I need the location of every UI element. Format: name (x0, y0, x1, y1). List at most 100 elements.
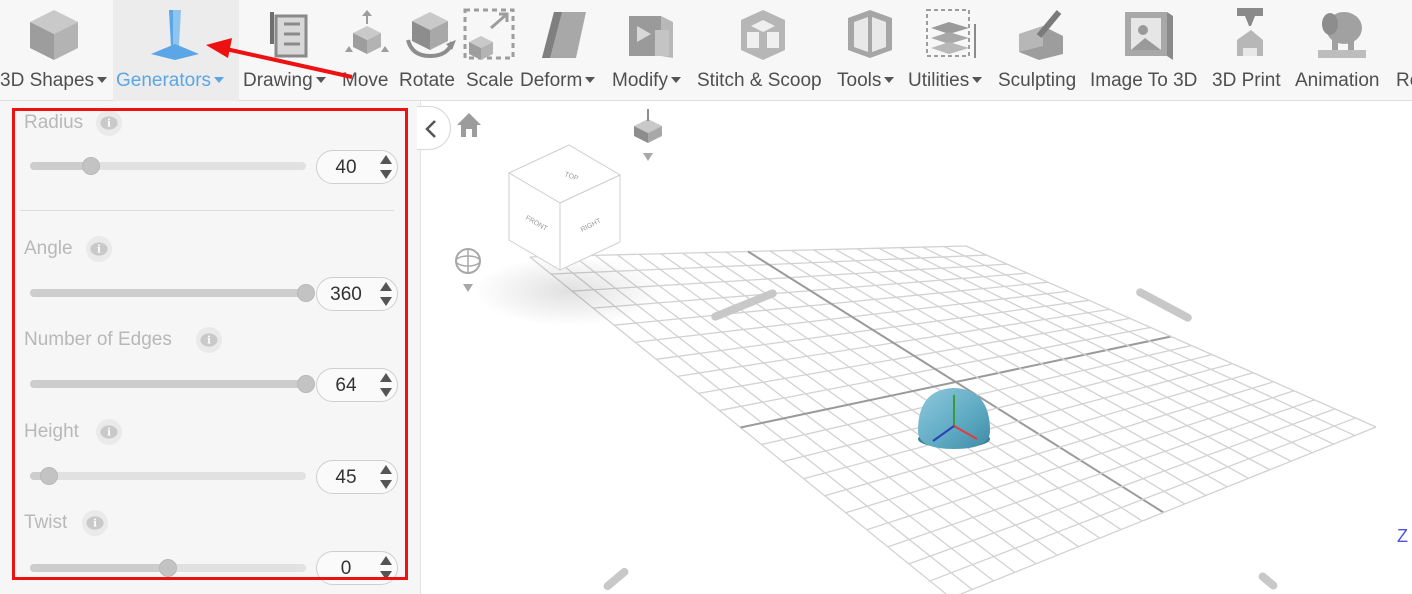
height-input[interactable]: 45 (316, 460, 398, 494)
tool-label: Tools (837, 70, 895, 92)
height-slider[interactable] (30, 467, 306, 485)
twist-slider[interactable] (30, 559, 306, 577)
slider-thumb[interactable] (159, 559, 177, 577)
edges-slider[interactable] (30, 375, 315, 393)
angle-slider[interactable] (30, 284, 315, 302)
chevron-down-icon[interactable] (643, 153, 653, 161)
increment-icon[interactable] (380, 373, 392, 382)
tool-label: Utilities (908, 70, 983, 92)
tool-image-to-3d[interactable]: Image To 3D (1089, 0, 1207, 101)
perspective-icon[interactable] (634, 109, 662, 161)
modify-icon (629, 16, 673, 58)
app-root: 3D Shapes Generators Drawing Move Rotate… (0, 0, 1412, 594)
angle-input[interactable]: 360 (316, 277, 398, 311)
slider-fill (30, 564, 168, 572)
tool-utilities[interactable]: Utilities (907, 0, 995, 101)
increment-icon[interactable] (380, 155, 392, 164)
axis-indicator-icon: Z (1397, 526, 1408, 546)
chevron-left-icon (425, 120, 436, 138)
twist-label: Twist (24, 512, 68, 533)
twist-input[interactable]: 0 (316, 551, 398, 585)
grid-line (943, 245, 1356, 437)
tool-label: Generators (116, 70, 225, 92)
increment-icon[interactable] (380, 556, 392, 565)
tool-label: Scale (466, 70, 514, 91)
main-toolbar: 3D Shapes Generators Drawing Move Rotate… (0, 0, 1412, 101)
move-icon (345, 10, 389, 54)
tool-move[interactable]: Move (339, 0, 397, 101)
tool-label: 3D Shapes (0, 70, 108, 92)
decrement-icon[interactable] (380, 388, 392, 397)
tool-sculpting[interactable]: Sculpting (997, 0, 1087, 101)
stitch-scoop-icon (741, 10, 785, 60)
drawing-icon (270, 12, 308, 58)
tool-generators[interactable]: Generators (113, 0, 239, 101)
increment-icon[interactable] (380, 282, 392, 291)
slider-thumb[interactable] (297, 284, 315, 302)
collapse-panel-button[interactable] (417, 106, 451, 150)
tool-render[interactable]: Re (1395, 0, 1412, 101)
tool-drawing[interactable]: Drawing (240, 0, 338, 101)
decrement-icon[interactable] (380, 170, 392, 179)
edges-label: Number of Edges (24, 329, 172, 350)
increment-icon[interactable] (380, 465, 392, 474)
slider-fill (30, 380, 306, 388)
tool-label: Deform (520, 70, 596, 92)
tool-stitch-scoop[interactable]: Stitch & Scoop (695, 0, 831, 101)
tool-label: Move (342, 70, 389, 91)
angle-value: 360 (330, 284, 362, 305)
tool-label: Image To 3D (1090, 70, 1198, 91)
image-to-3d-icon (1125, 12, 1173, 60)
3d-viewport[interactable]: TOP FRONT RIGHT Z (421, 101, 1412, 594)
radius-value: 40 (335, 157, 357, 178)
tool-label: Sculpting (998, 70, 1077, 91)
sculpting-icon (1019, 10, 1063, 60)
info-icon[interactable] (196, 327, 222, 353)
viewport-canvas: TOP FRONT RIGHT Z (455, 109, 1408, 594)
tool-rotate[interactable]: Rotate (398, 0, 460, 101)
radius-slider[interactable] (30, 157, 306, 175)
home-icon[interactable] (457, 113, 481, 137)
info-icon[interactable] (96, 110, 122, 136)
slider-thumb[interactable] (297, 375, 315, 393)
tool-modify[interactable]: Modify (611, 0, 694, 101)
animation-icon (1318, 12, 1366, 58)
tool-3d-print[interactable]: 3D Print (1211, 0, 1291, 101)
info-icon[interactable] (86, 236, 112, 262)
tool-tools[interactable]: Tools (836, 0, 906, 101)
scale-icon (463, 8, 515, 60)
decrement-icon[interactable] (380, 297, 392, 306)
tool-label: Stitch & Scoop (697, 70, 822, 91)
radius-input[interactable]: 40 (316, 150, 398, 184)
twist-value: 0 (340, 558, 352, 579)
tool-3d-shapes[interactable]: 3D Shapes (0, 0, 112, 101)
edges-input[interactable]: 64 (316, 368, 398, 402)
generator-parameters-panel: Radius 40 Angle 360 Number of Edges (0, 101, 421, 594)
view-cube[interactable]: TOP FRONT RIGHT (507, 144, 622, 271)
deform-icon (542, 12, 586, 58)
generator-icon (151, 10, 199, 60)
decrement-icon[interactable] (380, 480, 392, 489)
utilities-icon (926, 9, 976, 58)
tool-deform[interactable]: Deform (518, 0, 610, 101)
slider-thumb[interactable] (81, 157, 100, 175)
height-label: Height (24, 421, 79, 442)
slider-fill (30, 289, 306, 297)
angle-label: Angle (24, 238, 73, 259)
grid-line (929, 417, 1356, 582)
info-icon[interactable] (96, 419, 122, 445)
height-value: 45 (335, 467, 357, 488)
tool-label: 3D Print (1212, 70, 1281, 91)
divider (20, 210, 394, 211)
viewcube-shadow (474, 256, 664, 326)
tool-scale[interactable]: Scale (461, 0, 517, 101)
info-icon[interactable] (82, 510, 108, 536)
edges-value: 64 (335, 375, 357, 396)
tools-icon (848, 10, 892, 58)
tool-animation[interactable]: Animation (1294, 0, 1392, 101)
cube-icon (30, 10, 78, 60)
decrement-icon[interactable] (380, 571, 392, 580)
slider-thumb[interactable] (40, 467, 59, 485)
chevron-down-icon[interactable] (463, 284, 473, 292)
tool-label: Animation (1295, 70, 1380, 91)
